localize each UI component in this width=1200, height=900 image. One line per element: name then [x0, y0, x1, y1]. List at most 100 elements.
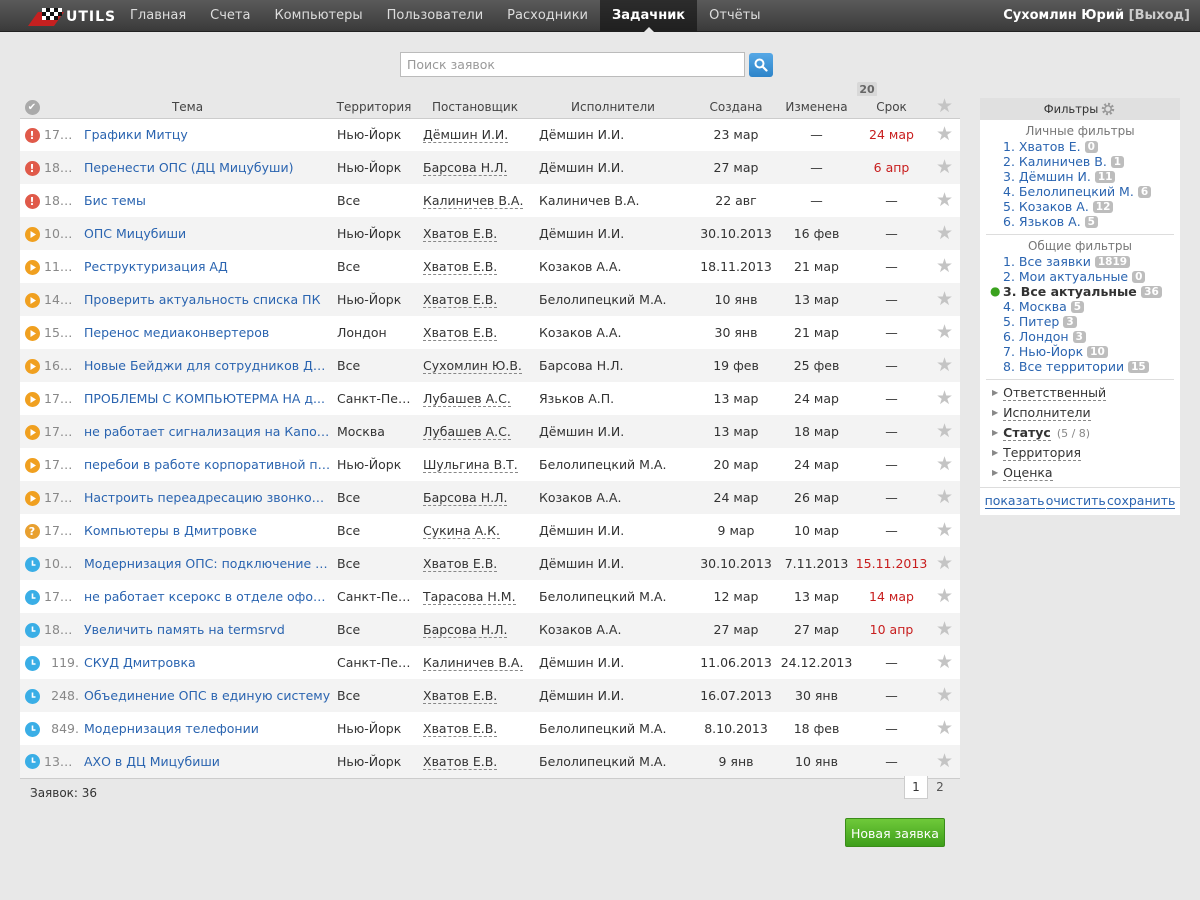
star-icon[interactable]: ★: [936, 387, 953, 409]
table-row[interactable]: ? 1703. Компьютеры в Дмитровке Все Сукина А.…: [20, 514, 960, 547]
nav-item-5[interactable]: Задачник: [600, 0, 698, 32]
task-topic-link[interactable]: Новые Бейджи для сотрудников ДЦ Д...: [83, 349, 331, 382]
search-input[interactable]: [400, 52, 745, 77]
task-setter-name[interactable]: Хватов Е.В.: [423, 226, 498, 242]
star-icon[interactable]: ★: [936, 651, 953, 673]
task-topic-link[interactable]: Компьютеры в Дмитровке: [83, 514, 331, 547]
task-topic-link[interactable]: Настроить переадресацию звонков пр...: [83, 481, 331, 514]
task-setter-name[interactable]: Дёмшин И.И.: [423, 127, 509, 144]
table-row[interactable]: 1756. перебои в работе корпоративной почт…: [20, 448, 960, 481]
gear-icon[interactable]: [1100, 101, 1116, 117]
task-setter-name[interactable]: Лубашев А.С.: [423, 391, 511, 407]
filter-item[interactable]: 6. Язьков А. 5: [1003, 214, 1180, 229]
user-name[interactable]: Сухомлин Юрий: [1003, 8, 1124, 23]
task-setter-name[interactable]: Барсова Н.Л.: [423, 622, 508, 638]
task-topic-link[interactable]: Модернизация телефонии: [83, 712, 331, 745]
task-setter-name[interactable]: Калиничев В.А.: [423, 655, 524, 671]
filter-action-2[interactable]: сохранить: [1106, 494, 1176, 509]
table-row[interactable]: 1423. Проверить актуальность списка ПК Нью…: [20, 283, 960, 316]
filter-item[interactable]: 8. Все территории 15: [1003, 359, 1180, 374]
task-topic-link[interactable]: не работает сигнализация на Капотне: [83, 415, 331, 448]
table-row[interactable]: ! 1782. Графики Митцу Нью-Йорк Дёмшин И.И. Дё…: [20, 118, 960, 151]
header-setter[interactable]: Постановщик: [417, 96, 533, 118]
task-setter-name[interactable]: Барсова Н.Л.: [423, 160, 508, 176]
filter-item[interactable]: ● 3. Все актуальные 36: [990, 284, 1180, 299]
app-logo[interactable]: UTILS: [28, 6, 115, 28]
header-star[interactable]: ★: [929, 96, 960, 118]
table-row[interactable]: 248. Объединение ОПС в единую систему Все Х…: [20, 679, 960, 712]
task-topic-link[interactable]: Увеличить память на termsrvd: [83, 613, 331, 646]
header-executors[interactable]: Исполнители: [533, 96, 693, 118]
logout-link[interactable]: [Выход]: [1129, 8, 1190, 23]
nav-item-1[interactable]: Счета: [198, 0, 262, 32]
filter-group-item[interactable]: ▶ Исполнители: [992, 403, 1180, 423]
star-icon[interactable]: ★: [936, 618, 953, 640]
table-row[interactable]: 1719. не работает ксерокс в отделе оформл…: [20, 580, 960, 613]
star-icon[interactable]: ★: [936, 321, 953, 343]
star-icon[interactable]: ★: [936, 156, 953, 178]
task-topic-link[interactable]: не работает ксерокс в отделе оформл...: [83, 580, 331, 613]
task-topic-link[interactable]: перебои в работе корпоративной почт...: [83, 448, 331, 481]
star-icon[interactable]: ★: [936, 189, 953, 211]
table-row[interactable]: 1620. Новые Бейджи для сотрудников ДЦ Д..…: [20, 349, 960, 382]
filter-group-item[interactable]: ▶ Ответственный: [992, 383, 1180, 403]
table-row[interactable]: ! 1817. Перенести ОПС (ДЦ Мицубуши) Нью-Йор…: [20, 151, 960, 184]
select-all-header[interactable]: ✔: [20, 96, 44, 118]
task-topic-link[interactable]: СКУД Дмитровка: [83, 646, 331, 679]
star-icon[interactable]: ★: [936, 585, 953, 607]
task-topic-link[interactable]: Проверить актуальность списка ПК: [83, 283, 331, 316]
task-setter-name[interactable]: Хватов Е.В.: [423, 259, 498, 275]
page-2[interactable]: 2: [928, 776, 952, 799]
table-row[interactable]: 1005. ОПС Мицубиши Нью-Йорк Хватов Е.В. Дёмш…: [20, 217, 960, 250]
task-topic-link[interactable]: Объединение ОПС в единую систему: [83, 679, 331, 712]
nav-item-0[interactable]: Главная: [118, 0, 198, 32]
task-setter-name[interactable]: Шульгина В.Т.: [423, 457, 518, 473]
filter-group-item[interactable]: ▶ Территория: [992, 443, 1180, 463]
task-topic-link[interactable]: Перенести ОПС (ДЦ Мицубуши): [83, 151, 331, 184]
task-setter-name[interactable]: Хватов Е.В.: [423, 325, 498, 341]
table-row[interactable]: 1724. ПРОБЛЕМЫ С КОМПЬЮТЕРМА НА д... Санкт…: [20, 382, 960, 415]
table-row[interactable]: 1725. не работает сигнализация на Капотне…: [20, 415, 960, 448]
table-row[interactable]: 1006. Модернизация ОПС: подключение ОП...…: [20, 547, 960, 580]
task-topic-link[interactable]: Графики Митцу: [83, 118, 331, 151]
star-icon[interactable]: ★: [936, 717, 953, 739]
task-topic-link[interactable]: Перенос медиаконвертеров: [83, 316, 331, 349]
task-setter-name[interactable]: Хватов Е.В.: [423, 292, 498, 308]
page-1[interactable]: 1: [904, 776, 928, 799]
star-icon[interactable]: ★: [936, 552, 953, 574]
star-icon[interactable]: ★: [936, 750, 953, 772]
task-topic-link[interactable]: АХО в ДЦ Мицубиши: [83, 745, 331, 778]
star-icon[interactable]: ★: [936, 519, 953, 541]
filter-item[interactable]: 5. Козаков А. 12: [1003, 199, 1180, 214]
task-topic-link[interactable]: Бис темы: [83, 184, 331, 217]
task-setter-name[interactable]: Сухомлин Ю.В.: [423, 358, 522, 374]
nav-item-4[interactable]: Расходники: [495, 0, 600, 32]
task-setter-name[interactable]: Хватов Е.В.: [423, 753, 498, 770]
task-setter-name[interactable]: Хватов Е.В.: [423, 688, 498, 704]
task-topic-link[interactable]: Реструктуризация АД: [83, 250, 331, 283]
star-icon[interactable]: ★: [936, 123, 953, 145]
task-topic-link[interactable]: ПРОБЛЕМЫ С КОМПЬЮТЕРМА НА д...: [83, 382, 331, 415]
filter-item[interactable]: 1. Все заявки 1819: [1003, 254, 1180, 269]
header-topic[interactable]: Тема: [44, 96, 331, 118]
per-page-badge[interactable]: 20: [857, 82, 877, 97]
filter-action-0[interactable]: показать: [984, 494, 1045, 509]
star-icon[interactable]: ★: [936, 222, 953, 244]
new-task-button[interactable]: Новая заявка: [845, 818, 945, 847]
star-icon[interactable]: ★: [936, 420, 953, 442]
star-icon[interactable]: ★: [936, 288, 953, 310]
table-row[interactable]: 1160. Реструктуризация АД Все Хватов Е.В. Ко…: [20, 250, 960, 283]
table-row[interactable]: 1818. Увеличить память на termsrvd Все Барс…: [20, 613, 960, 646]
task-setter-name[interactable]: Лубашев А.С.: [423, 424, 511, 440]
filter-group-item[interactable]: ▶ Оценка: [992, 463, 1180, 483]
header-due[interactable]: Срок: [854, 96, 929, 118]
filter-item[interactable]: 6. Лондон 3: [1003, 329, 1180, 344]
filter-action-1[interactable]: очистить: [1045, 494, 1106, 509]
task-setter-name[interactable]: Тарасова Н.М.: [423, 589, 516, 605]
star-icon[interactable]: ★: [936, 684, 953, 706]
filter-item[interactable]: 5. Питер 3: [1003, 314, 1180, 329]
table-row[interactable]: 849. Модернизация телефонии Нью-Йорк Хватов…: [20, 712, 960, 745]
star-icon[interactable]: ★: [936, 486, 953, 508]
header-territory[interactable]: Территория: [331, 96, 417, 118]
filter-item[interactable]: 2. Калиничев В. 1: [1003, 154, 1180, 169]
